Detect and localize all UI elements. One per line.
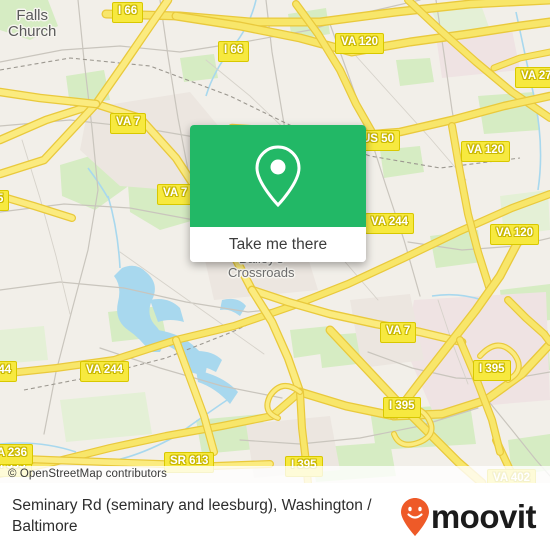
road-shield: 5 (0, 190, 10, 211)
moovit-wordmark: moovit (430, 498, 537, 535)
moovit-map-screen: .land { fill:#f2efe9; } .green { fill:#d… (0, 0, 550, 550)
location-title: Seminary Rd (seminary and leesburg), Was… (12, 496, 372, 535)
road-shield: I 395 (383, 397, 421, 418)
footer-bar: Seminary Rd (seminary and leesburg), Was… (0, 483, 550, 550)
road-shield: I 395 (473, 360, 511, 381)
road-shield: VA 27 (515, 67, 550, 88)
road-shield: I 66 (218, 41, 250, 62)
osm-attribution: © OpenStreetMap contributors (0, 466, 550, 483)
moovit-brand-logo[interactable]: moovit (400, 497, 537, 537)
destination-popup-card[interactable]: Take me there (190, 125, 366, 262)
map-pin-icon (255, 145, 301, 208)
road-shield: VA 7 (110, 113, 147, 134)
road-shield: I 66 (112, 2, 144, 23)
road-shield: VA 236 (0, 444, 34, 465)
place-label: Falls Church (8, 7, 57, 40)
moovit-smiley-pin-icon (400, 497, 429, 536)
road-shield: VA 7 (380, 322, 417, 343)
road-shield: VA 120 (461, 141, 511, 162)
map-canvas[interactable]: .land { fill:#f2efe9; } .green { fill:#d… (0, 0, 550, 483)
road-shield: VA 7 (157, 184, 194, 205)
road-shield: VA 244 (80, 361, 130, 382)
road-shield: VA 120 (490, 224, 540, 245)
road-shield: VA 120 (335, 33, 385, 54)
road-shield: 244 (0, 361, 18, 382)
take-me-there-button[interactable]: Take me there (190, 227, 366, 262)
road-shield: VA 244 (365, 213, 415, 234)
popup-hero (190, 125, 366, 227)
